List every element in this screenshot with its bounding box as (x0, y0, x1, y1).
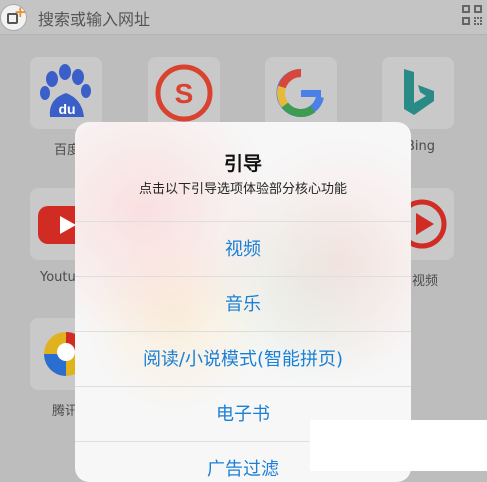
option-reader-mode[interactable]: 阅读/小说模式(智能拼页) (75, 331, 411, 386)
option-video[interactable]: 视频 (75, 221, 411, 276)
google-icon (276, 68, 324, 117)
sogou-icon: S (155, 64, 213, 122)
shortcut-bing[interactable] (382, 57, 454, 129)
top-bar: + 搜索或输入网址 (0, 0, 487, 35)
shortcut-label-video: 视频 (412, 274, 439, 289)
baidu-icon: du (40, 64, 91, 117)
shortcut-google[interactable] (265, 57, 337, 129)
qr-scan-icon[interactable] (462, 5, 484, 27)
new-tab-button[interactable]: + (0, 4, 27, 31)
dialog-subtitle: 点击以下引导选项体验部分核心功能 (138, 182, 347, 197)
dialog-title: 引导 (223, 153, 262, 175)
option-music[interactable]: 音乐 (75, 276, 411, 331)
bing-icon (404, 69, 434, 115)
svg-text:S: S (175, 78, 194, 109)
plus-icon: + (14, 3, 27, 21)
shortcut-sogou[interactable]: S (148, 57, 220, 129)
search-input[interactable]: 搜索或输入网址 (38, 6, 150, 30)
svg-text:du: du (58, 101, 75, 117)
white-overlay (310, 420, 487, 471)
shortcut-baidu[interactable]: du (30, 57, 102, 129)
